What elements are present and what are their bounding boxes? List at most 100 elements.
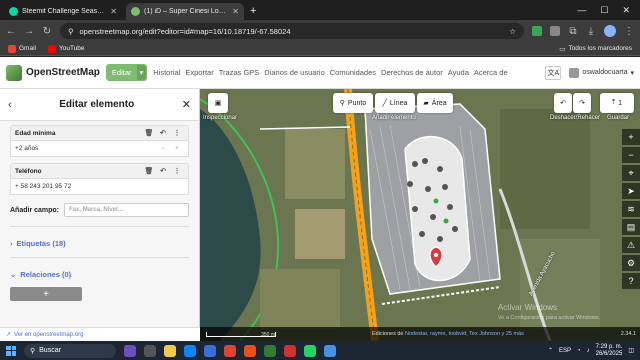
add-field-input[interactable]: Fax, Marca, Nivel… xyxy=(64,203,189,217)
address-bar[interactable]: ⚲ openstreetmap.org/edit?editor=id#map=1… xyxy=(60,23,524,39)
taskbar-search[interactable]: ⚲ Buscar xyxy=(24,343,116,358)
trash-icon[interactable]: 🗑 xyxy=(142,129,156,137)
all-bookmarks[interactable]: ▭ Todos los marcadores xyxy=(559,45,632,53)
wifi-icon[interactable]: ◔ xyxy=(577,348,581,354)
field-value[interactable]: +2 años xyxy=(15,145,156,152)
zoom-to-selection-icon[interactable]: ⌖ xyxy=(622,165,640,181)
tags-section-toggle[interactable]: › Etiquetas (18) xyxy=(10,239,189,248)
forward-icon[interactable]: → xyxy=(24,26,34,37)
bookmark-youtube[interactable]: YouTube xyxy=(47,44,85,53)
nav-link[interactable]: Comunidades xyxy=(330,68,376,77)
nav-link[interactable]: Diarios de usuario xyxy=(264,68,324,77)
tray-chevron-icon[interactable]: ⌃ xyxy=(548,347,553,354)
whatsapp-icon[interactable] xyxy=(304,344,316,357)
layers-icon[interactable]: ≋ xyxy=(622,201,640,217)
browser-tab-steemit[interactable]: Steemit Challenge Season 24 W ✕ xyxy=(4,3,122,20)
extension-shield-icon[interactable] xyxy=(532,26,542,36)
decrement-icon[interactable]: − xyxy=(156,146,170,152)
file-explorer-icon[interactable] xyxy=(164,344,176,357)
redo-button[interactable]: ↷ xyxy=(573,93,591,113)
phone-input[interactable]: + 58 243 201 95 72 xyxy=(10,178,189,195)
zoom-out-icon[interactable]: − xyxy=(622,147,640,163)
view-on-osm-link[interactable]: Ver en openstreetmap.org xyxy=(14,332,83,338)
clock[interactable]: 7:29 p. m. 26/6/2025 xyxy=(596,344,623,358)
add-field-label: Añadir campo: xyxy=(10,206,60,214)
trash-icon[interactable]: 🗑 xyxy=(142,167,156,175)
edit-button[interactable]: Editar ▾ xyxy=(105,64,148,81)
notifications-icon[interactable]: ◫ xyxy=(628,347,634,354)
nav-link[interactable]: Exportar xyxy=(185,68,213,77)
sidebar-title: Editar elemento xyxy=(59,99,135,110)
undo-icon[interactable]: ↶ xyxy=(156,167,170,175)
volume-icon[interactable]: ♪ xyxy=(587,348,590,354)
close-window-icon[interactable]: ✕ xyxy=(622,5,630,16)
zoom-in-icon[interactable]: + xyxy=(622,129,640,145)
mode-point-button[interactable]: ⚲ Punto xyxy=(333,93,373,113)
url-text[interactable]: openstreetmap.org/edit?editor=id#map=16/… xyxy=(80,27,504,36)
mode-area-button[interactable]: ▰ Área xyxy=(417,93,453,113)
issues-icon[interactable]: ⚠ xyxy=(622,237,640,253)
extension-icon[interactable] xyxy=(550,26,560,36)
app-icon[interactable] xyxy=(244,344,256,357)
nav-link[interactable]: Derechos de autor xyxy=(381,68,443,77)
chrome-icon[interactable] xyxy=(224,344,236,357)
increment-icon[interactable]: + xyxy=(170,146,184,152)
field-value[interactable]: + 58 243 201 95 72 xyxy=(15,183,184,190)
widgets-icon[interactable] xyxy=(124,344,136,357)
windows-start-icon[interactable] xyxy=(6,345,16,356)
nav-link[interactable]: Historial xyxy=(153,68,180,77)
inspect-panel-button[interactable]: ▣ xyxy=(208,93,228,113)
edit-label[interactable]: Editar xyxy=(106,65,137,80)
language-indicator[interactable]: ESP xyxy=(559,348,571,354)
nav-link[interactable]: Trazas GPS xyxy=(219,68,260,77)
language-icon[interactable]: 文A xyxy=(545,65,562,80)
minimize-icon[interactable]: — xyxy=(577,5,586,15)
site-info-icon[interactable]: ⚲ xyxy=(68,27,74,36)
nav-link[interactable]: Ayuda xyxy=(448,68,469,77)
download-icon[interactable]: ⤓ xyxy=(586,26,596,37)
profile-avatar[interactable] xyxy=(604,25,616,37)
preferences-icon[interactable]: ⚙ xyxy=(622,255,640,271)
nav-link[interactable]: Acerca de xyxy=(474,68,508,77)
extensions-puzzle-icon[interactable]: ⧉ xyxy=(568,26,578,37)
undo-icon: ↶ xyxy=(560,100,566,107)
task-view-icon[interactable] xyxy=(144,344,156,357)
map-data-icon[interactable]: ▤ xyxy=(622,219,640,235)
store-icon[interactable] xyxy=(204,344,216,357)
geolocate-icon[interactable]: ➤ xyxy=(622,183,640,199)
add-relation-button[interactable]: + xyxy=(10,287,82,301)
browser-tab-osm[interactable]: (1) iD – Super Cinesi Los Aviado ✕ xyxy=(126,3,244,20)
bookmark-gmail[interactable]: Gmail xyxy=(8,44,36,53)
close-tab-icon[interactable]: ✕ xyxy=(110,7,117,16)
scale-bar[interactable]: 350 m xyxy=(206,331,276,338)
windows-taskbar: ⚲ Buscar ⌃ ESP ◔ ♪ 7:29 p. m. 26/6/2025 … xyxy=(0,341,640,360)
new-tab-button[interactable]: + xyxy=(250,5,256,17)
mode-line-button[interactable]: ╱ Línea xyxy=(375,93,415,113)
bookmark-star-icon[interactable]: ☆ xyxy=(509,27,516,36)
osm-logo[interactable]: OpenStreetMap xyxy=(6,64,100,81)
save-button[interactable]: ⤒ 1 xyxy=(600,93,634,113)
more-icon[interactable]: ⋮ xyxy=(170,167,184,175)
close-icon[interactable]: ✕ xyxy=(182,98,191,111)
app-icon[interactable] xyxy=(284,344,296,357)
map-canvas[interactable]: Avenida Ayacucho ▣ Inspeccionar ⚲ Punto … xyxy=(200,89,640,341)
back-icon[interactable]: ← xyxy=(6,26,16,37)
chevron-down-icon[interactable]: ▾ xyxy=(136,65,147,80)
attribution-names[interactable]: Nodestar, raymn, toobvid, Tex Johnson y … xyxy=(405,331,524,337)
save-caption: Guardar xyxy=(607,115,630,121)
reload-icon[interactable]: ↻ xyxy=(42,26,52,37)
min-age-input[interactable]: +2 años − + xyxy=(10,140,189,157)
undo-button[interactable]: ↶ xyxy=(554,93,572,113)
close-tab-icon[interactable]: ✕ xyxy=(232,7,239,16)
app-icon[interactable] xyxy=(264,344,276,357)
maximize-icon[interactable]: ☐ xyxy=(600,5,608,16)
tab-title: (1) iD – Super Cinesi Los Aviado xyxy=(144,8,229,15)
edge-icon[interactable] xyxy=(184,344,196,357)
app-icon[interactable] xyxy=(324,344,336,357)
browser-menu-icon[interactable]: ⋮ xyxy=(624,26,634,37)
more-icon[interactable]: ⋮ xyxy=(170,129,184,137)
help-icon[interactable]: ? xyxy=(622,273,640,289)
relations-section-toggle[interactable]: ⌄ Relaciones (0) xyxy=(10,270,189,279)
user-menu[interactable]: oswaldocuarta ▾ xyxy=(569,67,634,78)
undo-icon[interactable]: ↶ xyxy=(156,129,170,137)
